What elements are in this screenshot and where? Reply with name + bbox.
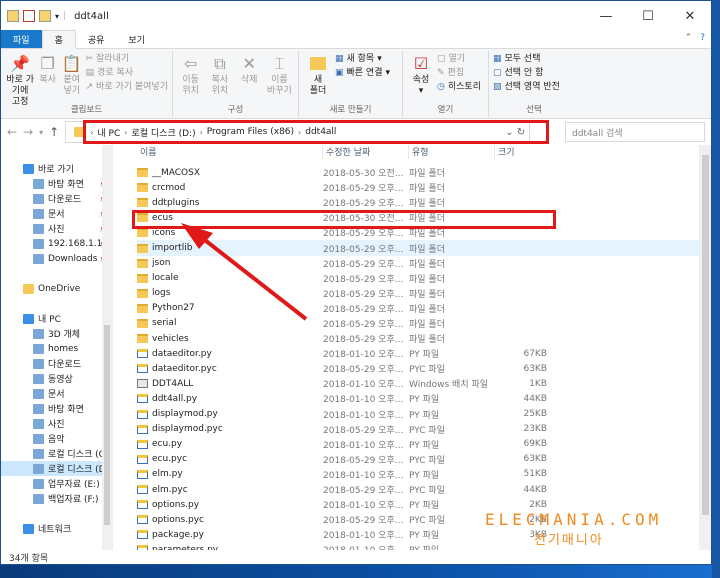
explorer-window: ▾ | ddt4all — ☐ ✕ 파일 홈 공유 보기 ⌃ ? 📌 바로 가기… [0,0,712,565]
arrow-shaft [199,235,308,321]
highlight-arrow [181,223,308,321]
watermark-logo: ELECMANIA.COM [485,510,663,529]
desktop-background [712,0,720,578]
watermark-subtitle: 전기매니아 [534,533,604,548]
